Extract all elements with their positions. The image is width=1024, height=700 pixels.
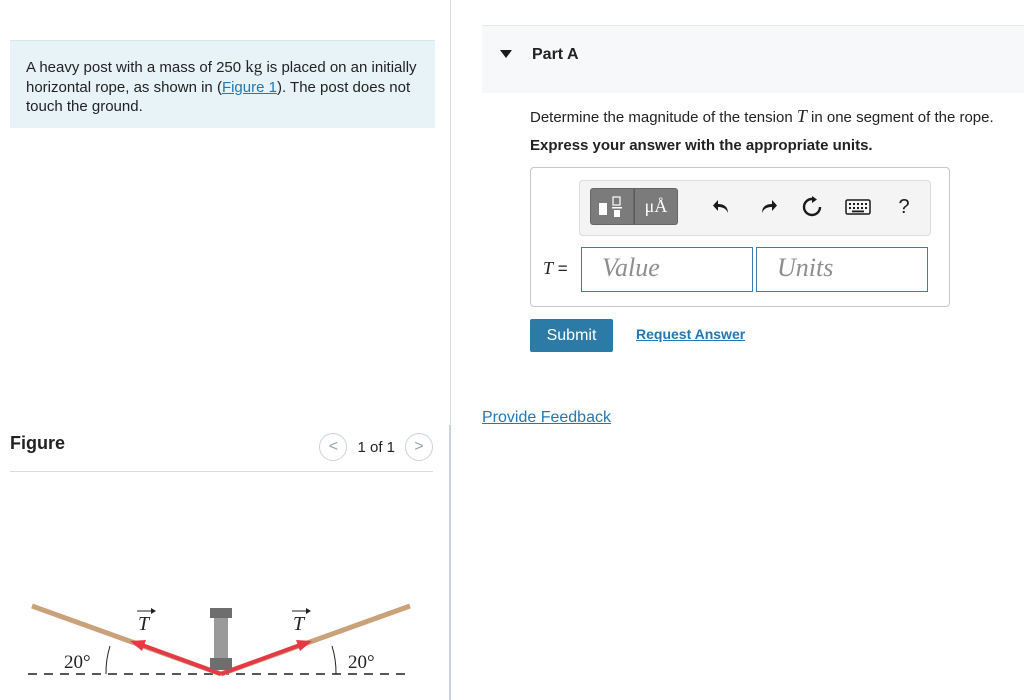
keyboard-icon bbox=[845, 199, 871, 215]
post-body bbox=[214, 618, 228, 658]
math-toolbar: μÅ ? bbox=[579, 180, 931, 236]
templates-button[interactable] bbox=[590, 188, 634, 225]
submit-button[interactable]: Submit bbox=[530, 319, 613, 352]
tension-vector-left bbox=[141, 643, 222, 676]
tension-vector-right bbox=[220, 643, 301, 676]
post-cap-bottom bbox=[210, 658, 232, 670]
fraction-template-icon bbox=[599, 195, 622, 217]
units-button[interactable]: μÅ bbox=[634, 188, 678, 225]
angle-arc-right bbox=[331, 645, 337, 675]
chevron-right-icon: > bbox=[414, 438, 424, 455]
provide-feedback-link[interactable]: Provide Feedback bbox=[482, 409, 611, 427]
request-answer-link[interactable]: Request Answer bbox=[636, 326, 745, 342]
next-figure-button[interactable]: > bbox=[405, 433, 433, 461]
redo-button[interactable] bbox=[756, 195, 780, 219]
question-text: Determine the magnitude of the tension T… bbox=[530, 106, 994, 127]
answer-instruction: Express your answer with the appropriate… bbox=[530, 137, 873, 154]
angle-arc-left bbox=[105, 645, 111, 675]
caret-down-icon[interactable] bbox=[500, 50, 512, 58]
angle-label-right: 20° bbox=[348, 652, 375, 673]
question-before: Determine the magnitude of the tension bbox=[530, 109, 797, 126]
arrowhead-right bbox=[296, 640, 312, 651]
answer-label: T = bbox=[543, 258, 568, 279]
help-button[interactable]: ? bbox=[892, 195, 916, 219]
mass-unit: kg bbox=[245, 57, 263, 76]
pager-text: 1 of 1 bbox=[357, 438, 395, 456]
angle-label-left: 20° bbox=[64, 652, 91, 673]
answer-symbol: T bbox=[543, 258, 554, 278]
problem-text-1: A heavy post with a mass of 250 bbox=[26, 59, 246, 76]
figure-link[interactable]: Figure 1 bbox=[222, 79, 277, 96]
rope-post-diagram: 20° 20° T T bbox=[28, 603, 411, 677]
template-button-group: μÅ bbox=[590, 188, 678, 225]
help-icon: ? bbox=[898, 195, 910, 218]
figure-image: 20° 20° T T bbox=[10, 590, 435, 700]
reset-icon bbox=[802, 196, 822, 217]
figure-header: Figure < 1 of 1 > bbox=[10, 432, 433, 472]
left-panel: A heavy post with a mass of 250 kg is pl… bbox=[0, 0, 450, 700]
problem-statement: A heavy post with a mass of 250 kg is pl… bbox=[10, 40, 435, 128]
undo-icon bbox=[713, 200, 728, 213]
units-input[interactable]: Units bbox=[756, 247, 928, 292]
part-a-header[interactable]: Part A bbox=[482, 25, 1024, 93]
column-divider-accent bbox=[449, 425, 451, 700]
vector-label-right: T bbox=[293, 613, 306, 635]
post-cap-top bbox=[210, 608, 232, 618]
keyboard-button[interactable] bbox=[844, 195, 872, 219]
answer-equals: = bbox=[553, 259, 568, 278]
undo-button[interactable] bbox=[710, 195, 734, 219]
redo-icon bbox=[762, 200, 777, 213]
answer-box: μÅ ? T = Value Units bbox=[530, 167, 950, 307]
units-mu-angstrom-icon: μÅ bbox=[644, 196, 668, 216]
arrowhead-left bbox=[130, 640, 146, 651]
part-title: Part A bbox=[532, 46, 579, 63]
question-symbol: T bbox=[796, 106, 807, 126]
chevron-left-icon: < bbox=[328, 438, 339, 455]
figure-pager: < 1 of 1 > bbox=[319, 433, 433, 461]
vector-label-left: T bbox=[138, 613, 151, 635]
question-after: in one segment of the rope. bbox=[806, 109, 994, 126]
prev-figure-button[interactable]: < bbox=[319, 433, 348, 461]
figure-title: Figure bbox=[10, 433, 66, 453]
reset-button[interactable] bbox=[800, 195, 824, 219]
value-input[interactable]: Value bbox=[581, 247, 753, 292]
